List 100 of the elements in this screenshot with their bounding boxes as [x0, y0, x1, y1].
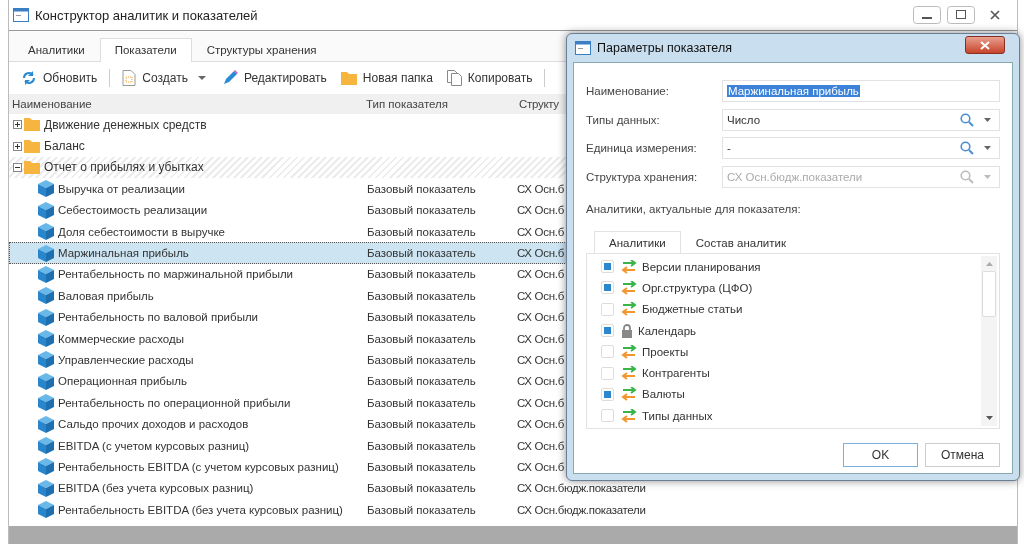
toolbar-button[interactable]: Создать — [118, 67, 192, 89]
tab[interactable]: Показатели — [99, 38, 192, 62]
table-cell: СХ Осн.б — [517, 396, 564, 409]
maximize-icon[interactable] — [947, 6, 975, 24]
window-title: Конструктор аналитик и показателей — [35, 7, 258, 23]
table-cell-text: Базовый показатель — [367, 439, 477, 452]
table-cell: Операционная прибыль — [58, 375, 187, 388]
cube-icon — [38, 287, 54, 305]
document-icon — [122, 70, 137, 86]
checkbox[interactable] — [601, 302, 614, 316]
table-cell: СХ Осн.б — [517, 182, 564, 195]
cube-icon — [38, 308, 54, 326]
table-cell: СХ Осн.б — [517, 268, 564, 281]
table-row[interactable]: EBITDA (без учета курсовых разниц) Базовый показатель СХ Осн.бюдж.показатели — [9, 477, 1017, 500]
table-cell-text: Базовый показатель — [367, 204, 477, 217]
expander-icon[interactable] — [13, 141, 22, 151]
expander-icon[interactable] — [13, 162, 22, 172]
table-cell: СХ Осн.бюдж.показатели — [517, 503, 646, 516]
table-cell-text: Базовый показатель — [367, 311, 477, 324]
table-cell: Рентабельность по валовой прибыли — [58, 311, 259, 324]
input-field[interactable]: Число — [722, 108, 1000, 131]
checkbox[interactable] — [601, 366, 614, 380]
toolbar-button[interactable]: Обновить — [17, 67, 102, 89]
input-field[interactable]: Маржинальная прибыль — [722, 80, 1000, 103]
folder-name[interactable]: Отчет о прибылях и убытках — [44, 160, 204, 175]
cube-icon — [38, 223, 54, 241]
checkbox[interactable] — [601, 345, 614, 359]
cube-icon — [38, 351, 54, 369]
table-cell: Рентабельность EBITDA (без учета курсовых разниц) — [58, 503, 343, 516]
table-cell-text: Базовый показатель — [367, 225, 477, 238]
search-icon[interactable] — [960, 141, 974, 156]
list-item[interactable]: Орг.структура (ЦФО) — [642, 281, 753, 294]
copy-icon — [446, 70, 462, 86]
caret-icon[interactable] — [197, 76, 206, 80]
dropdown-icon[interactable] — [984, 117, 991, 122]
checkbox[interactable] — [601, 409, 614, 423]
checkbox[interactable] — [601, 260, 614, 274]
table-cell: Себестоимость реализации — [58, 204, 208, 217]
pencil-icon — [221, 70, 238, 86]
table-cell-text: Базовый показатель — [367, 182, 477, 195]
minimize-icon[interactable] — [913, 6, 941, 24]
checkbox[interactable] — [601, 324, 614, 338]
section-label: Аналитики, актуальные для показателя: — [586, 203, 802, 217]
table-cell-text: Базовый показатель — [367, 503, 477, 516]
table-cell-text: Базовый показатель — [367, 375, 477, 388]
list-item[interactable]: Типы данных — [642, 409, 713, 422]
expander-icon[interactable] — [13, 120, 22, 130]
table-cell-text: Базовый показатель — [367, 289, 477, 302]
table-cell: СХ Осн.б — [517, 460, 564, 473]
input-field[interactable]: - — [722, 137, 1000, 160]
list-item[interactable]: Бюджетные статьи — [642, 303, 743, 316]
table-row[interactable]: Рентабельность EBITDA (без учета курсовых разниц) Базовый показатель СХ Осн.бюдж.показатели — [9, 499, 1017, 521]
list-item[interactable]: Календарь — [638, 324, 697, 337]
checkbox[interactable] — [601, 387, 614, 401]
dialog-button[interactable]: OK — [843, 443, 918, 467]
table-cell-text: Базовый показатель — [367, 247, 477, 260]
list-item[interactable]: Контрагенты — [642, 367, 710, 380]
table-cell: EBITDA (с учетом курсовых разниц) — [58, 439, 250, 452]
table-cell: СХ Осн.бюдж.показатели — [517, 482, 646, 495]
column-header[interactable]: Тип показателя — [366, 98, 516, 110]
scrollbar[interactable] — [981, 256, 997, 426]
list-item[interactable]: Валюты — [642, 388, 685, 401]
toolbar-button[interactable]: Новая папка — [336, 68, 437, 88]
scroll-down-icon[interactable] — [985, 416, 993, 420]
cube-icon — [38, 458, 54, 476]
table-cell: СХ Осн.б — [517, 247, 564, 260]
table-cell: СХ Осн.б — [517, 204, 564, 217]
folder-icon — [24, 139, 40, 153]
close-button[interactable] — [965, 36, 1005, 54]
search-icon[interactable] — [960, 112, 974, 127]
dialog-button[interactable]: Отмена — [925, 443, 1000, 467]
tab[interactable]: Аналитики — [594, 231, 681, 254]
table-cell: Сальдо прочих доходов и расходов — [58, 418, 249, 431]
cube-icon — [38, 201, 54, 219]
arrows-icon — [621, 280, 637, 295]
arrows-icon — [621, 344, 637, 359]
dropdown-icon[interactable] — [984, 146, 991, 151]
folder-name[interactable]: Баланс — [44, 139, 85, 154]
table-cell: Рентабельность EBITDA (с учетом курсовых разниц) — [58, 460, 339, 473]
list-item[interactable]: Проекты — [642, 345, 689, 358]
tab[interactable]: Аналитики — [13, 38, 100, 62]
dialog-title: Параметры показателя — [597, 41, 732, 55]
scrollbar-thumb[interactable] — [982, 271, 996, 317]
checkbox[interactable] — [601, 281, 614, 295]
toolbar-button[interactable]: Редактировать — [217, 67, 331, 89]
folder-name[interactable]: Движение денежных средств — [44, 117, 207, 132]
tab[interactable]: Структуры хранения — [191, 38, 332, 62]
column-header[interactable]: Структу — [516, 98, 559, 110]
scroll-up-icon[interactable] — [985, 262, 993, 266]
table-cell: Валовая прибыль — [58, 289, 154, 302]
table-cell: EBITDA (без учета курсовых разниц) — [58, 482, 254, 495]
column-header[interactable]: Наименование — [9, 98, 366, 110]
toolbar-button[interactable]: Копировать — [442, 67, 537, 89]
cube-icon — [38, 415, 54, 433]
arrows-icon — [621, 408, 637, 423]
field-label: Единица измерения: — [586, 142, 698, 155]
close-icon — [980, 40, 990, 50]
arrows-icon — [621, 387, 637, 402]
arrows-icon — [621, 259, 637, 274]
table-cell-text: Базовый показатель — [367, 396, 477, 409]
